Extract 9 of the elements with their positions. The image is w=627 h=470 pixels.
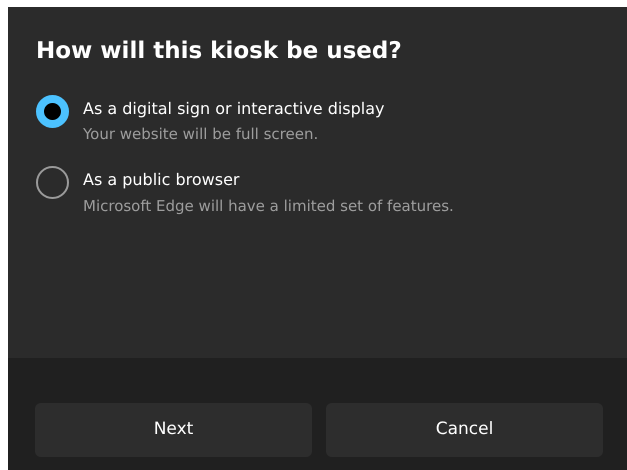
- next-button[interactable]: Next: [35, 403, 312, 457]
- option-description: Microsoft Edge will have a limited set of features.: [83, 196, 454, 216]
- radio-button[interactable]: [36, 166, 69, 199]
- cancel-button[interactable]: Cancel: [326, 403, 603, 457]
- dialog-title: How will this kiosk be used?: [36, 38, 403, 66]
- option-label[interactable]: As a public browser: [83, 170, 454, 191]
- radio-button[interactable]: [36, 94, 69, 128]
- option-label[interactable]: As a digital sign or interactive display: [83, 98, 384, 120]
- option-description: Your website will be full screen.: [83, 125, 320, 145]
